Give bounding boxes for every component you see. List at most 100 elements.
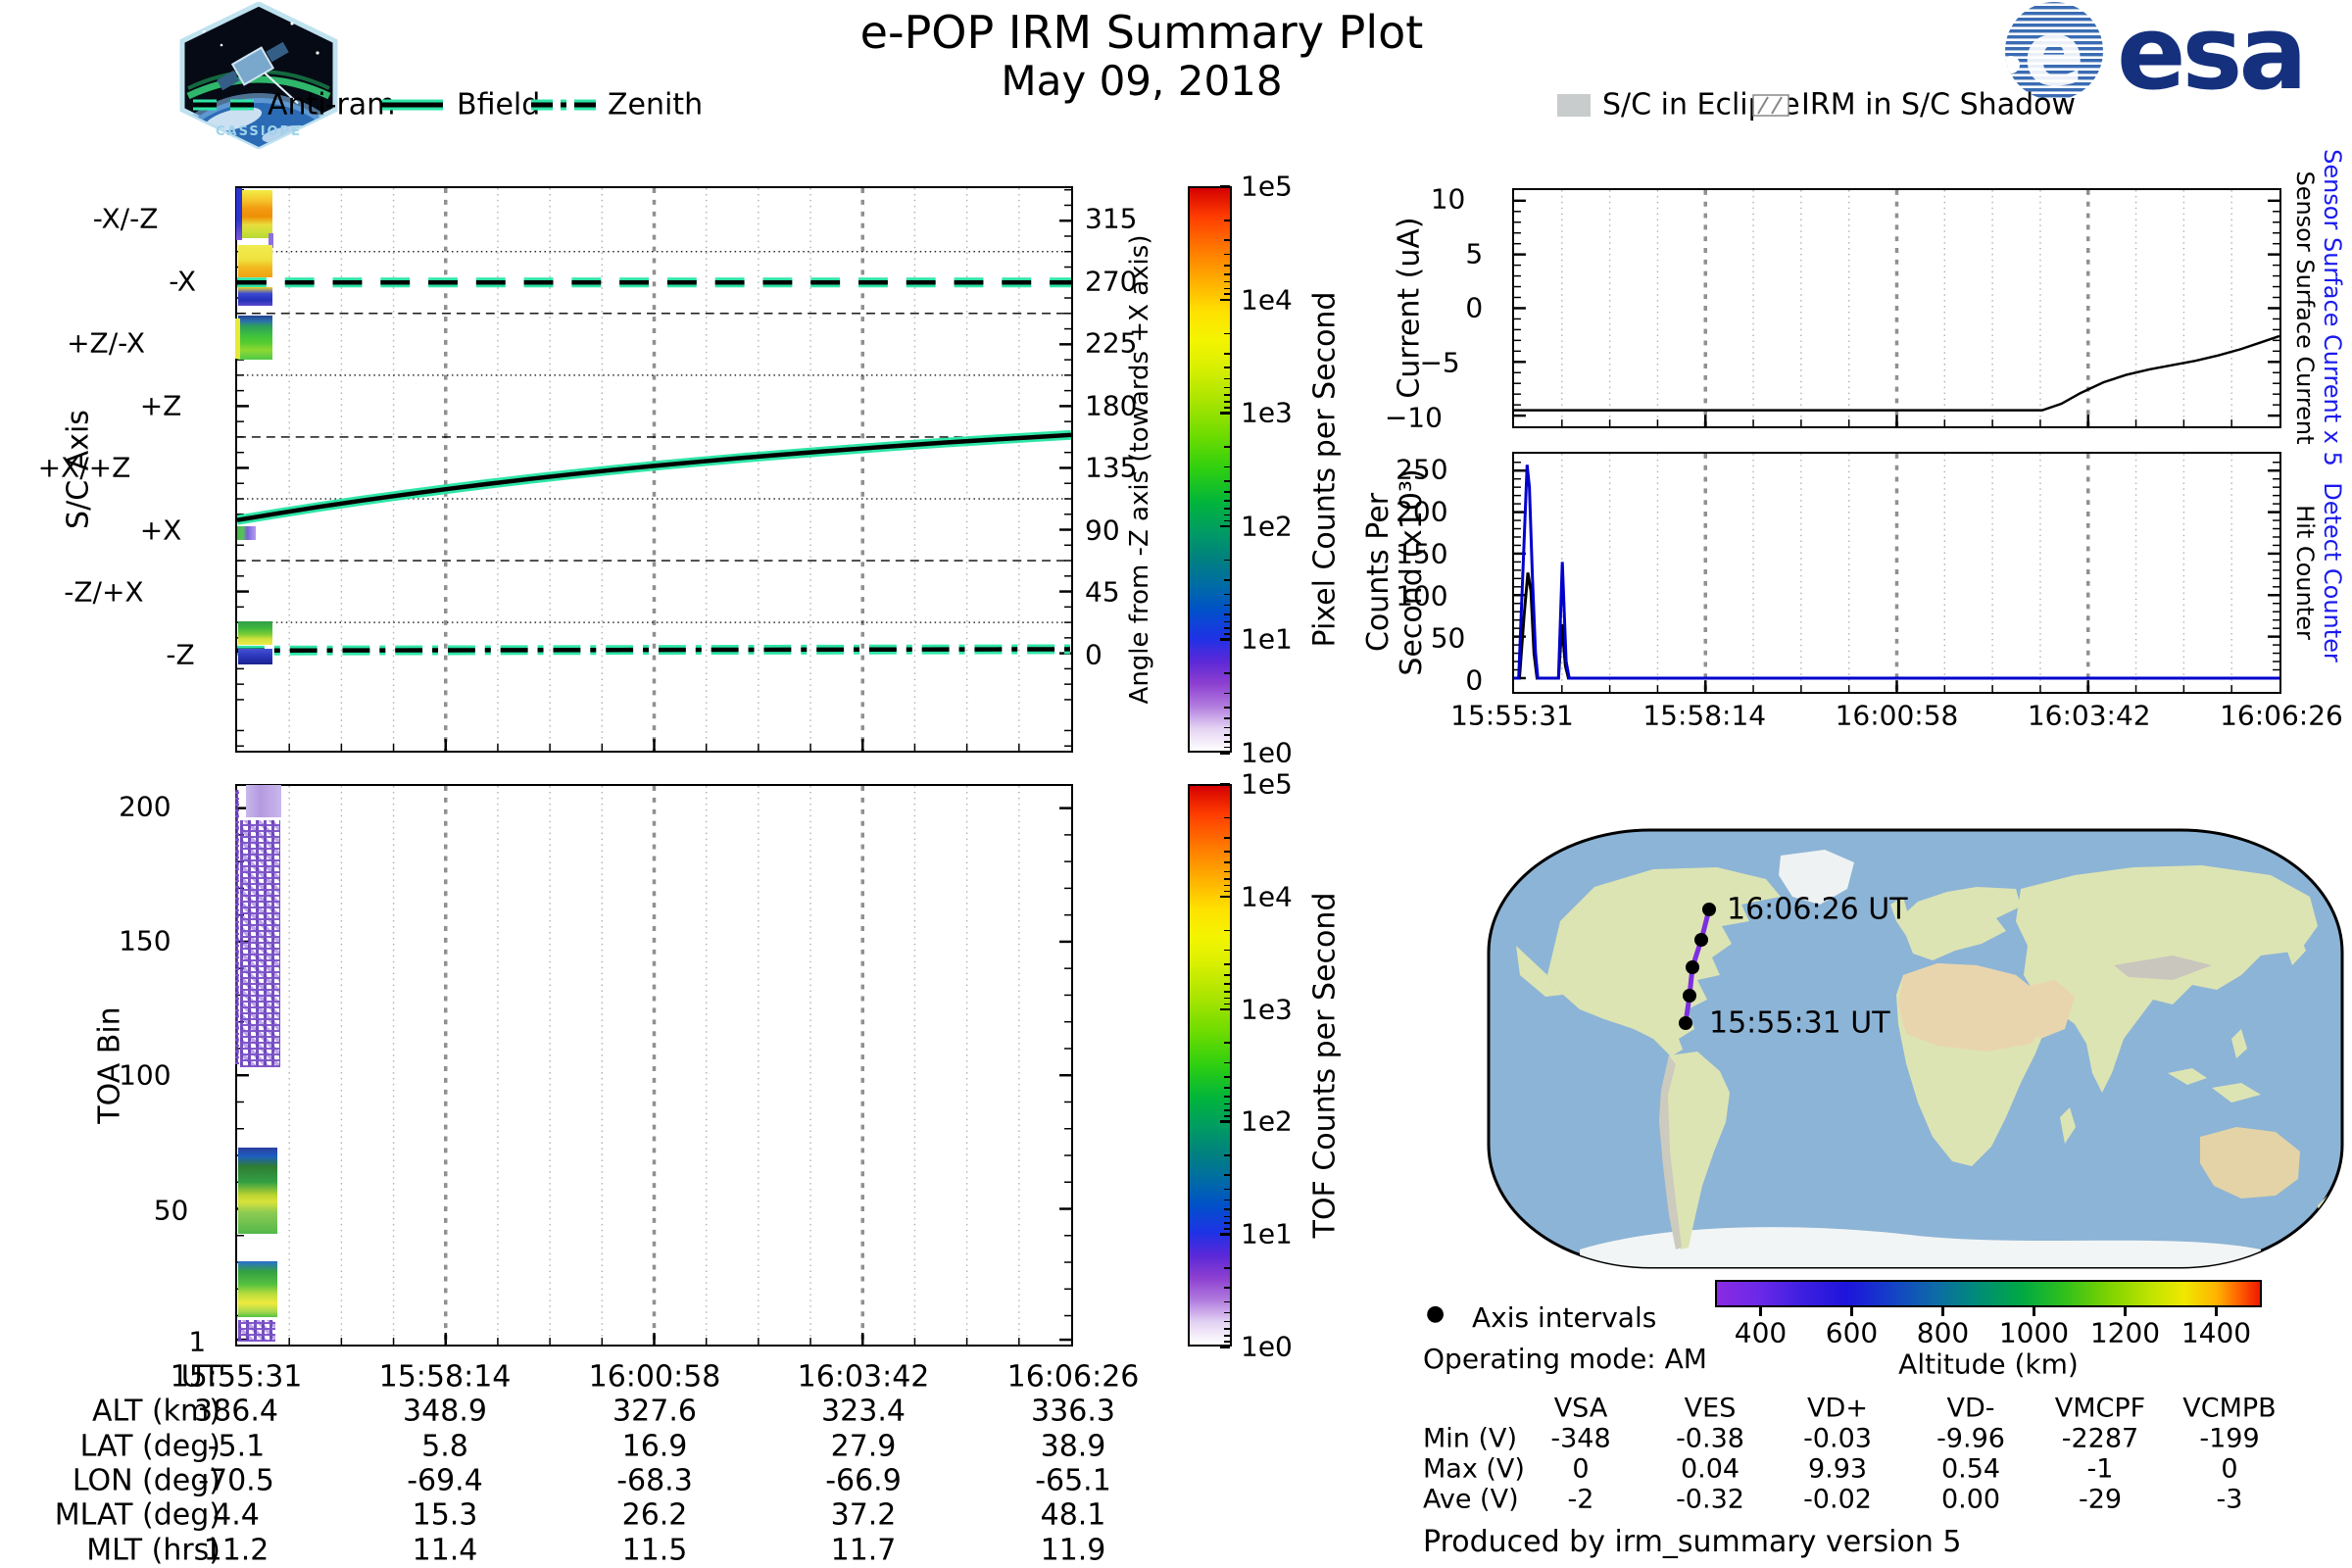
toa-spectrogram-patch	[240, 819, 281, 1068]
tof-cb-minortick	[1224, 1335, 1230, 1337]
pixel-cb-minortick	[1224, 253, 1230, 256]
pixel-cb-minortick	[1224, 500, 1230, 502]
et-lat-0: -5.1	[207, 1429, 266, 1464]
sc-ytick-left: +X/+Z	[37, 451, 131, 484]
tof-cb-minortick	[1224, 884, 1230, 887]
current-ytick: 5	[1465, 237, 1484, 270]
et-ut-2: 16:00:58	[588, 1359, 721, 1395]
sc-ytick-right: 315	[1085, 202, 1138, 235]
vt-min-vmcpf: -2287	[2061, 1423, 2139, 1454]
pixel-cb: 1e0	[1241, 736, 1293, 769]
tof-cb-minortick	[1224, 1328, 1230, 1330]
tof-cb-minortick	[1224, 870, 1230, 873]
current-plot	[1512, 188, 2281, 428]
axis-interval-marker: ●	[1426, 1301, 1446, 1326]
pixel-cb-minortick	[1224, 740, 1230, 743]
et-ut-3: 16:03:42	[797, 1359, 930, 1395]
tof-cb-minortick	[1224, 1174, 1230, 1176]
tof-cb-minortick	[1224, 1215, 1230, 1218]
pixel-cb: 1e2	[1241, 510, 1293, 543]
current-ytick: 10	[1430, 182, 1466, 216]
pixel-cb-minortick	[1224, 579, 1230, 581]
page-date: May 09, 2018	[1001, 57, 1283, 105]
vt-min-vsa: -348	[1550, 1423, 1611, 1454]
right-time-tick: 16:00:58	[1835, 699, 1959, 732]
alt-cb-tick	[2215, 1307, 2218, 1316]
pixel-colorbar	[1188, 186, 1232, 753]
tof-cb-minortick	[1224, 1228, 1230, 1230]
et-lon-4: -65.1	[1035, 1463, 1111, 1498]
pixel-cb: 1e5	[1241, 170, 1293, 203]
tof-cb-tick	[1220, 1233, 1230, 1236]
esa-logo-icon: e esa	[2005, 0, 2308, 113]
tof-cb-minortick	[1224, 1311, 1230, 1314]
counts-ytick: 0	[1465, 663, 1484, 697]
pixel-cb-tick	[1220, 752, 1230, 755]
et-mlat-4: 48.1	[1040, 1497, 1106, 1533]
tof-cb-minortick	[1224, 1087, 1230, 1089]
tof-cb-tick	[1220, 895, 1230, 899]
pixel-cb-minortick	[1224, 491, 1230, 493]
pixel-cb-minortick	[1224, 746, 1230, 749]
right-time-tick: 15:58:14	[1642, 699, 1767, 732]
tof-cb-minortick	[1224, 949, 1230, 952]
vt-row-max: Max (V)	[1423, 1453, 1525, 1485]
counts-ytick: 250	[1396, 453, 1448, 485]
toa-ytick: 50	[153, 1194, 189, 1227]
tof-cb-minortick	[1224, 1266, 1230, 1269]
pixel-cb-minortick	[1224, 367, 1230, 368]
sc-spectrogram-patch	[235, 188, 242, 240]
right-time-tick: 16:03:42	[2027, 699, 2151, 732]
tof-cb-minortick	[1224, 929, 1230, 932]
track-point	[1679, 1016, 1692, 1030]
footer-version: Produced by irm_summary version 5	[1423, 1525, 1962, 1559]
et-lat-3: 27.9	[830, 1429, 897, 1464]
et-alt-0: 386.4	[194, 1394, 278, 1429]
pixel-cb-tick	[1220, 524, 1230, 528]
current-ytick: −5	[1419, 346, 1460, 379]
sc-spectrogram-patch	[238, 316, 272, 361]
tof-cb: 1e1	[1241, 1217, 1293, 1250]
pixel-cb-minortick	[1224, 239, 1230, 241]
vt-max-vmcpf: -1	[2086, 1453, 2114, 1485]
pixel-cb-minortick	[1224, 293, 1230, 296]
sc-ytick-left: -X	[169, 265, 197, 298]
esa-wordmark: esa	[2117, 0, 2304, 102]
sc-axis-plot	[235, 186, 1073, 753]
counts-plot	[1512, 452, 2281, 694]
anti-ram-line-sample	[191, 91, 256, 119]
zenith-line-sample	[529, 91, 598, 119]
vt-max-vsa: 0	[1572, 1453, 1590, 1485]
counts-ylabel-line1: Counts Per	[1361, 492, 1396, 653]
tof-cb-tick	[1220, 1120, 1230, 1123]
sc-ytick-right: 180	[1085, 389, 1138, 422]
pixel-cb-tick	[1220, 185, 1230, 188]
alt-cb-ticklabel: 1000	[1998, 1316, 2070, 1349]
vt-min-ves: -0.38	[1676, 1423, 1744, 1454]
tof-colorbar	[1188, 784, 1232, 1347]
legend-anti-ram: Anti-ram	[268, 87, 396, 122]
sc-ytick-right: 90	[1085, 514, 1120, 547]
et-mlt-4: 11.9	[1040, 1533, 1106, 1568]
counts-ytick: 150	[1396, 537, 1448, 570]
sc-ytick-right: 45	[1085, 575, 1120, 609]
toa-ytick: 1	[188, 1325, 207, 1358]
alt-cb-ticklabel: 1400	[2180, 1316, 2252, 1349]
sc-ytick-right: 270	[1085, 265, 1138, 298]
tof-cb-minortick	[1224, 1320, 1230, 1323]
tof-cb-minortick	[1224, 1188, 1230, 1191]
pixel-cb-minortick	[1224, 287, 1230, 290]
track-point	[1694, 933, 1708, 947]
et-lon-2: -68.3	[616, 1463, 693, 1498]
pixel-cb-minortick	[1224, 707, 1230, 709]
tof-cb-minortick	[1224, 1042, 1230, 1044]
map-start-time-label: 15:55:31 UT	[1709, 1005, 1890, 1041]
et-lat-4: 38.9	[1040, 1429, 1106, 1464]
vt-ave-vcmpb: -3	[2216, 1484, 2243, 1515]
et-lon-1: -69.4	[407, 1463, 483, 1498]
toa-spectrogram-patch	[238, 1320, 276, 1343]
vt-ave-vdp: -0.02	[1803, 1484, 1872, 1515]
pixel-cb-minortick	[1224, 633, 1230, 635]
tof-cb-minortick	[1224, 836, 1230, 839]
vt-ave-vsa: -2	[1567, 1484, 1594, 1515]
